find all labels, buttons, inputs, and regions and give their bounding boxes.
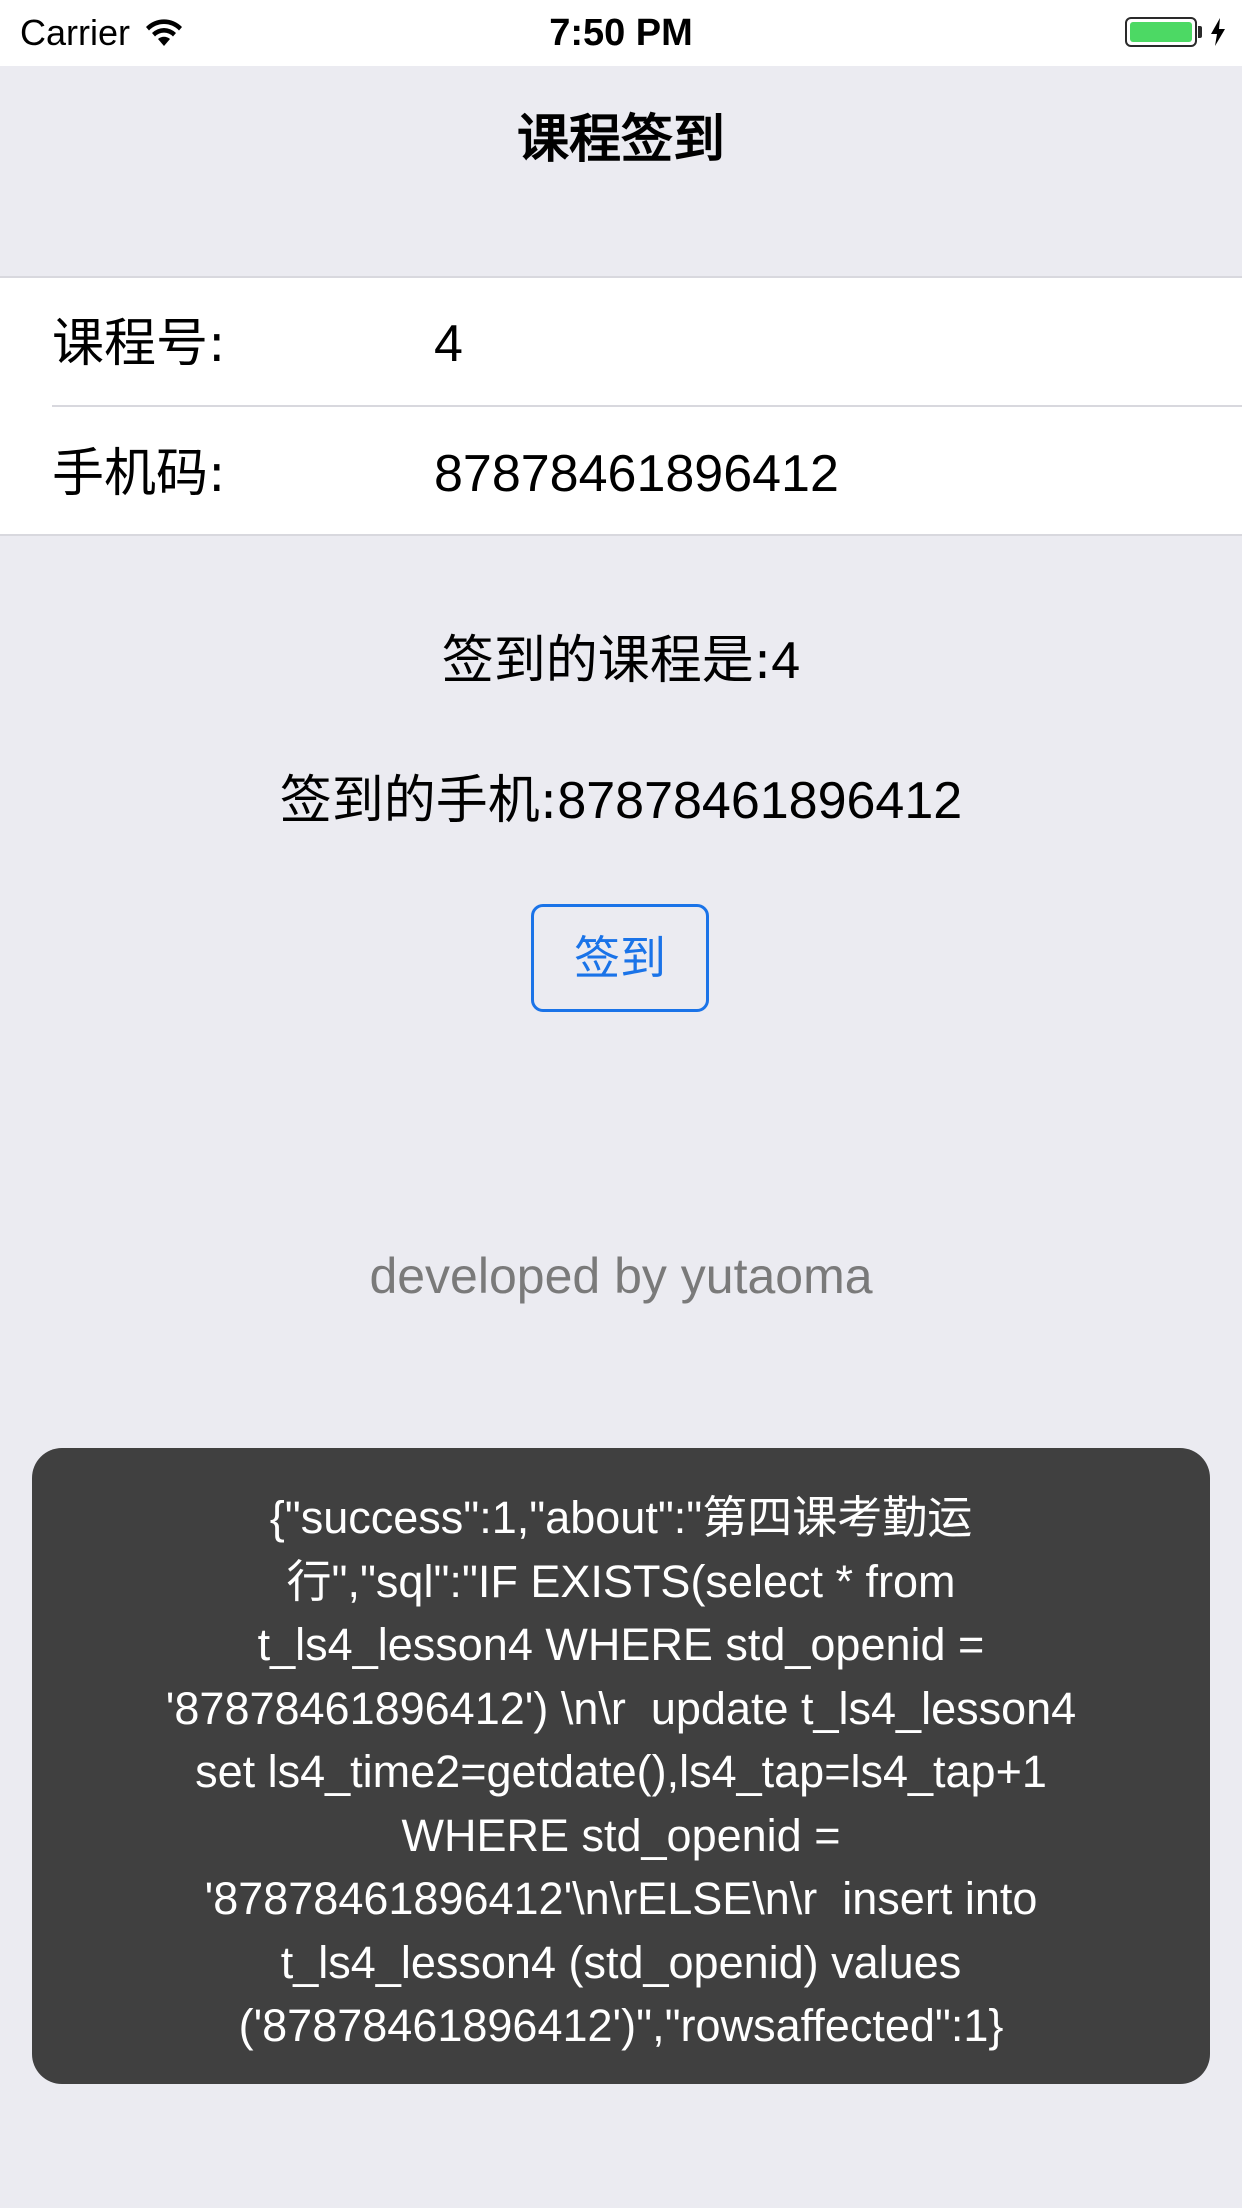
- battery-level: [1130, 22, 1192, 42]
- sign-in-button[interactable]: 签到: [531, 904, 709, 1012]
- course-label: 课程号:: [52, 314, 226, 374]
- signed-phone-prefix: 签到的手机:: [279, 771, 558, 831]
- response-toast: {"success":1,"about":"第四课考勤运 行","sql":"I…: [32, 1448, 1210, 2084]
- signed-phone-text: 签到的手机:87878461896412: [0, 770, 1242, 832]
- signed-course-value: 4: [771, 632, 801, 690]
- row-divider: [52, 405, 1242, 407]
- bolt-icon: [1211, 18, 1225, 46]
- status-time: 7:50 PM: [549, 12, 693, 54]
- battery-icon: [1125, 17, 1197, 47]
- phone-input[interactable]: [434, 444, 1194, 504]
- signed-course-text: 签到的课程是:4: [0, 630, 1242, 692]
- signed-course-prefix: 签到的课程是:: [441, 631, 772, 691]
- course-row: 课程号:: [0, 278, 1242, 407]
- course-input[interactable]: [434, 314, 1194, 374]
- developer-credit: developed by yutaoma: [369, 1248, 873, 1304]
- status-bar: Carrier 7:50 PM: [0, 0, 1242, 66]
- signed-phone-value: 87878461896412: [557, 772, 963, 830]
- signin-form: 课程号: 手机码:: [0, 276, 1242, 536]
- page-title: 课程签到: [516, 110, 725, 170]
- battery-nub: [1198, 26, 1202, 38]
- toast-message: {"success":1,"about":"第四课考勤运 行","sql":"I…: [165, 1492, 1077, 2051]
- battery-indicator: [1125, 17, 1228, 47]
- phone-row: 手机码:: [0, 408, 1242, 536]
- phone-label: 手机码:: [52, 444, 226, 504]
